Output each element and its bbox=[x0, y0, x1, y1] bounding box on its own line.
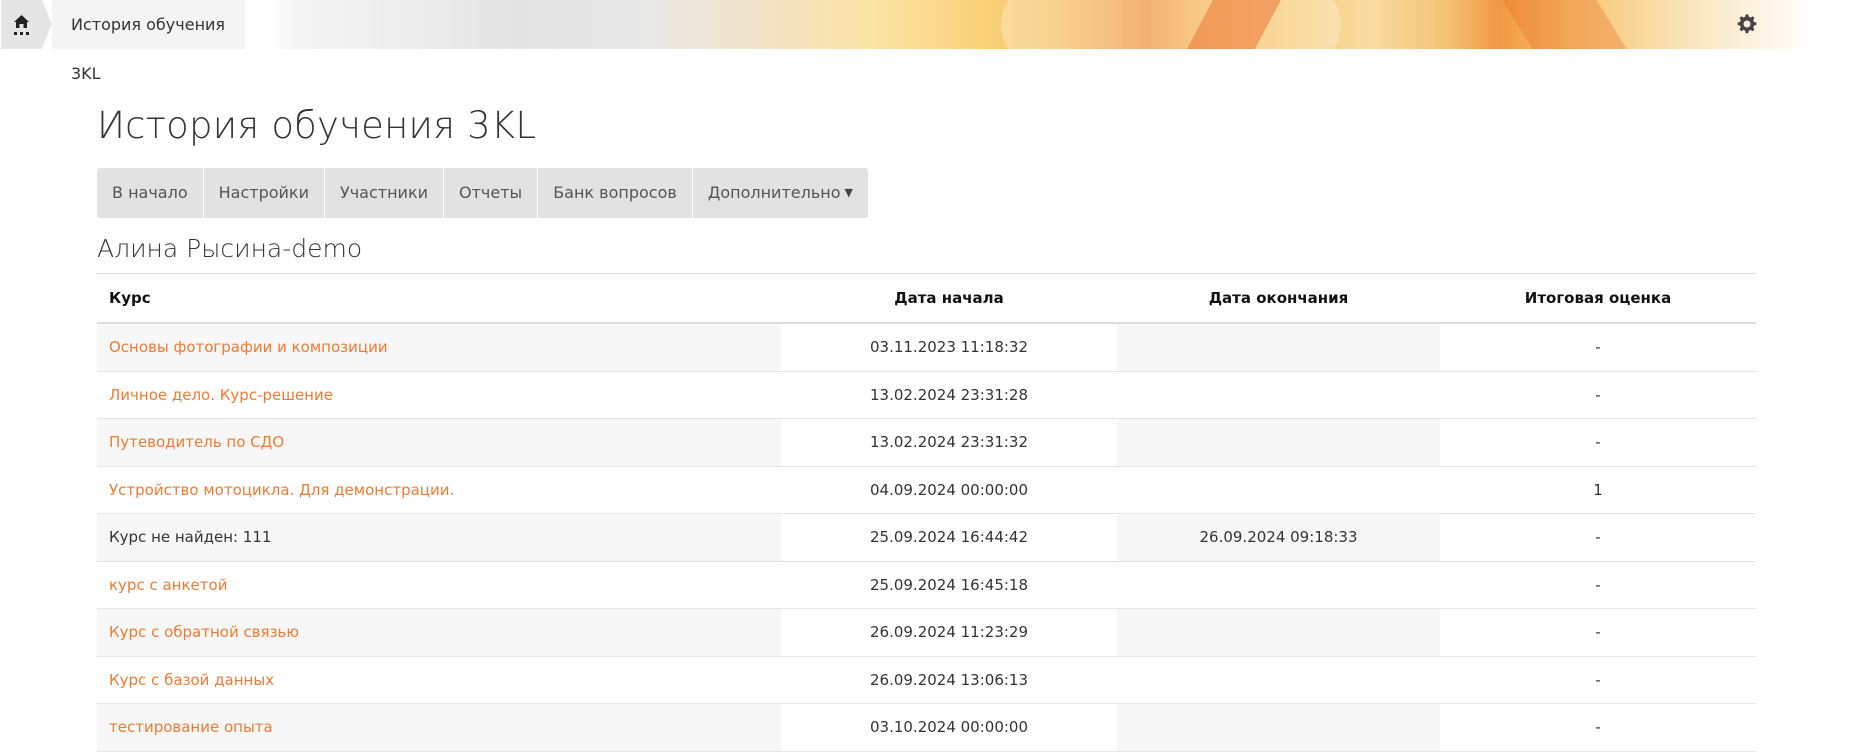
course-cell: Основы фотографии и композиции bbox=[97, 323, 781, 372]
end-date-cell bbox=[1117, 561, 1440, 609]
column-header-final-grade[interactable]: Итоговая оценка bbox=[1440, 273, 1756, 324]
grade-cell: - bbox=[1440, 608, 1756, 657]
course-cell: Личное дело. Курс-решение bbox=[97, 371, 781, 419]
user-name: Алина Рысина-demo bbox=[97, 234, 363, 263]
end-date-cell bbox=[1117, 608, 1440, 657]
start-date-cell: 03.11.2023 11:18:32 bbox=[781, 323, 1117, 372]
course-name: Курс не найден: 111 bbox=[109, 528, 272, 547]
table-row: Путеводитель по СДО 13.02.2024 23:31:32 … bbox=[97, 418, 1756, 467]
course-cell: Курс с обратной связью bbox=[97, 608, 781, 657]
course-cell: тестирование опыта bbox=[97, 703, 781, 752]
gear-icon[interactable] bbox=[1736, 13, 1758, 35]
breadcrumb-home[interactable] bbox=[1, 0, 52, 49]
tab-more[interactable]: Дополнительно ▼ bbox=[692, 168, 868, 218]
start-date-cell: 03.10.2024 00:00:00 bbox=[781, 703, 1117, 752]
end-date-cell bbox=[1117, 418, 1440, 467]
start-date-cell: 04.09.2024 00:00:00 bbox=[781, 466, 1117, 514]
tab-home[interactable]: В начало bbox=[97, 168, 204, 218]
home-icon[interactable] bbox=[13, 14, 30, 36]
tab-participants[interactable]: Участники bbox=[324, 168, 445, 218]
end-date-cell bbox=[1117, 323, 1440, 372]
start-date-cell: 26.09.2024 13:06:13 bbox=[781, 656, 1117, 704]
course-link[interactable]: курс с анкетой bbox=[109, 576, 227, 594]
table-header-row: Курс Дата начала Дата окончания Итоговая… bbox=[97, 273, 1756, 324]
course-cell: курс с анкетой bbox=[97, 561, 781, 609]
course-link[interactable]: Личное дело. Курс-решение bbox=[109, 386, 333, 404]
end-date-cell bbox=[1117, 656, 1440, 704]
grade-cell: - bbox=[1440, 418, 1756, 467]
start-date-cell: 25.09.2024 16:45:18 bbox=[781, 561, 1117, 609]
table-row: Курс не найден: 111 25.09.2024 16:44:42 … bbox=[97, 513, 1756, 562]
end-date-cell bbox=[1117, 703, 1440, 752]
breadcrumb-current[interactable]: История обучения 3KL bbox=[52, 0, 245, 83]
header-banner bbox=[1, 0, 1851, 49]
table-row: Курс с базой данных 26.09.2024 13:06:13 … bbox=[97, 656, 1756, 704]
course-cell: Путеводитель по СДО bbox=[97, 418, 781, 467]
course-cell: Устройство мотоцикла. Для демонстрации. bbox=[97, 466, 781, 514]
tab-label: Банк вопросов bbox=[553, 183, 677, 202]
breadcrumb: История обучения 3KL bbox=[0, 0, 276, 83]
table-row: тестирование опыта 03.10.2024 00:00:00 - bbox=[97, 703, 1756, 752]
tab-reports[interactable]: Отчеты bbox=[444, 168, 539, 218]
tab-label: Участники bbox=[339, 183, 429, 202]
course-cell: Курс с базой данных bbox=[97, 656, 781, 704]
table-row: Личное дело. Курс-решение 13.02.2024 23:… bbox=[97, 371, 1756, 419]
column-header-end-date[interactable]: Дата окончания bbox=[1117, 273, 1440, 324]
table-row: курс с анкетой 25.09.2024 16:45:18 - bbox=[97, 561, 1756, 609]
table-row: Курс с обратной связью 26.09.2024 11:23:… bbox=[97, 608, 1756, 657]
grade-cell: - bbox=[1440, 656, 1756, 704]
end-date-cell: 26.09.2024 09:18:33 bbox=[1117, 513, 1440, 562]
column-header-start-date[interactable]: Дата начала bbox=[781, 273, 1117, 324]
table-row: Основы фотографии и композиции 03.11.202… bbox=[97, 323, 1756, 372]
tab-label: В начало bbox=[112, 183, 188, 202]
course-cell: Курс не найден: 111 bbox=[97, 513, 781, 562]
course-link[interactable]: Основы фотографии и композиции bbox=[109, 338, 388, 356]
grade-cell: - bbox=[1440, 703, 1756, 752]
tab-label: Отчеты bbox=[459, 183, 523, 202]
tab-question-bank[interactable]: Банк вопросов bbox=[538, 168, 693, 218]
start-date-cell: 13.02.2024 23:31:28 bbox=[781, 371, 1117, 419]
course-link[interactable]: тестирование опыта bbox=[109, 718, 273, 736]
grade-cell: 1 bbox=[1440, 466, 1756, 514]
grade-cell: - bbox=[1440, 323, 1756, 372]
table-row: Устройство мотоцикла. Для демонстрации. … bbox=[97, 466, 1756, 514]
grade-cell: - bbox=[1440, 371, 1756, 419]
tab-label: Настройки bbox=[218, 183, 309, 202]
course-link[interactable]: Курс с обратной связью bbox=[109, 623, 299, 641]
tab-label: Дополнительно bbox=[707, 183, 841, 202]
start-date-cell: 26.09.2024 11:23:29 bbox=[781, 608, 1117, 657]
course-link[interactable]: Устройство мотоцикла. Для демонстрации. bbox=[109, 481, 454, 499]
end-date-cell bbox=[1117, 466, 1440, 514]
course-link[interactable]: Курс с базой данных bbox=[109, 671, 274, 689]
tab-settings[interactable]: Настройки bbox=[203, 168, 325, 218]
end-date-cell bbox=[1117, 371, 1440, 419]
grade-cell: - bbox=[1440, 513, 1756, 562]
course-link[interactable]: Путеводитель по СДО bbox=[109, 433, 284, 451]
grade-cell: - bbox=[1440, 561, 1756, 609]
page-title: История обучения 3KL bbox=[97, 104, 537, 147]
chevron-down-icon: ▼ bbox=[844, 186, 853, 199]
column-header-course[interactable]: Курс bbox=[97, 273, 781, 324]
learning-history-table: Курс Дата начала Дата окончания Итоговая… bbox=[97, 273, 1756, 752]
course-tabs: В начало Настройки Участники Отчеты Банк… bbox=[97, 168, 868, 218]
start-date-cell: 25.09.2024 16:44:42 bbox=[781, 513, 1117, 562]
start-date-cell: 13.02.2024 23:31:32 bbox=[781, 418, 1117, 467]
